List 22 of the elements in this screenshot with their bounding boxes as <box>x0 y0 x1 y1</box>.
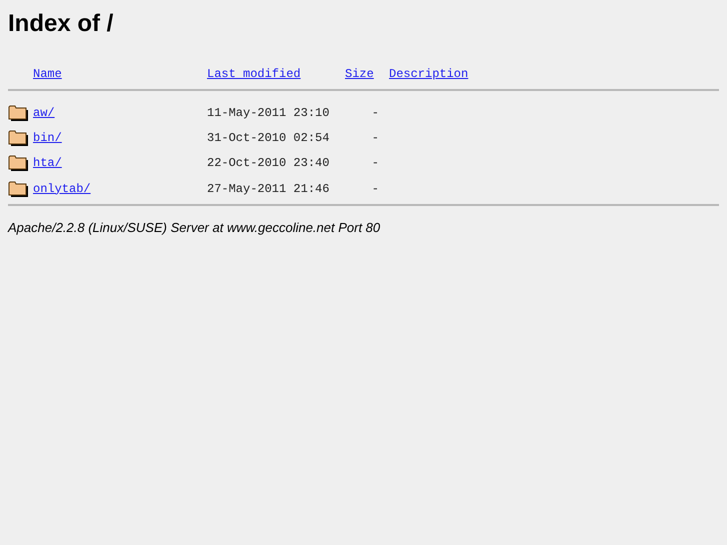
folder-link[interactable]: aw/ <box>33 106 55 120</box>
column-header-link[interactable]: Description <box>389 67 468 81</box>
folder-link[interactable]: bin/ <box>33 130 62 145</box>
modified-cell-text: 31-Oct-2010 02:54 <box>207 130 330 147</box>
modified-cell-text: 22-Oct-2010 23:40 <box>207 155 330 172</box>
modified-cell-text: 27-May-2011 21:46 <box>207 180 330 198</box>
size-cell-text: - <box>370 180 380 198</box>
server-signature: Apache/2.2.8 (Linux/SUSE) Server at www.geccoline.net Port 80 <box>8 219 382 238</box>
size-cell-text: - <box>370 155 380 172</box>
modified-cell-text: 11-May-2011 23:10 <box>207 104 330 122</box>
column-header-link[interactable]: Size <box>345 67 374 81</box>
column-header-link[interactable]: Name <box>33 67 62 81</box>
folder-icon <box>8 104 28 122</box>
folder-icon <box>8 128 28 147</box>
folder-link[interactable]: hta/ <box>33 156 62 170</box>
column-header-link[interactable]: Last modified <box>207 67 301 81</box>
folder-icon <box>8 154 28 172</box>
folder-link[interactable]: onlytab/ <box>33 182 91 196</box>
page-title: Index of / <box>8 9 114 39</box>
size-cell-text: - <box>370 104 380 122</box>
folder-icon <box>8 180 28 198</box>
size-cell-text: - <box>370 130 380 147</box>
